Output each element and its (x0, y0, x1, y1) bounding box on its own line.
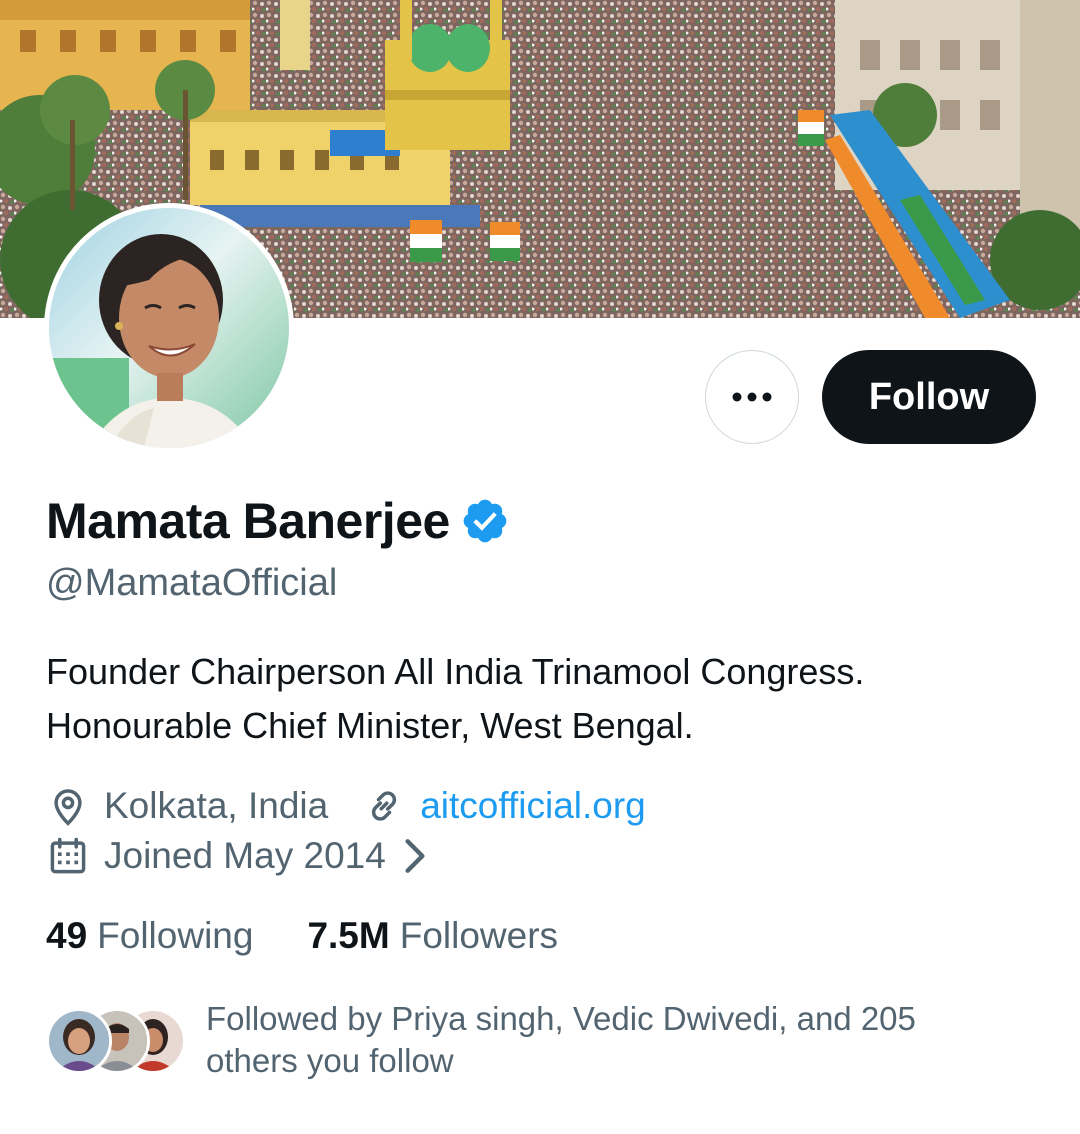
mutual-avatar (46, 1008, 112, 1074)
mutual-followers-avatars (46, 1008, 186, 1074)
followers-count: 7.5M (307, 915, 390, 956)
profile-avatar[interactable] (44, 203, 294, 453)
profile-meta-row: Kolkata, India aitcofficial.org (46, 784, 646, 828)
follow-stats: 49 Following 7.5M Followers (46, 915, 558, 957)
joined-text: Joined May 2014 (104, 835, 386, 876)
followed-by-line: Followed by Priya singh, Vedic Dwivedi, … (206, 1000, 916, 1037)
joined-row[interactable]: Joined May 2014 (46, 834, 430, 878)
bio-line: Honourable Chief Minister, West Bengal. (46, 705, 694, 746)
following-stat[interactable]: 49 Following (46, 915, 253, 957)
profile-name-row: Mamata Banerjee (46, 492, 510, 550)
followers-stat[interactable]: 7.5M Followers (307, 915, 558, 957)
location-text: Kolkata, India (104, 785, 329, 826)
following-count: 49 (46, 915, 88, 956)
follow-button[interactable]: Follow (822, 350, 1036, 444)
followed-by-line: others you follow (206, 1042, 454, 1079)
profile-handle: @MamataOfficial (46, 562, 338, 604)
location-pin-icon (54, 789, 82, 826)
bio-line: Founder Chairperson All India Trinamool … (46, 651, 865, 692)
link-icon (372, 791, 397, 821)
verified-badge-icon[interactable] (460, 496, 510, 546)
display-name: Mamata Banerjee (46, 493, 450, 549)
more-options-button[interactable] (705, 350, 799, 444)
followed-by-section[interactable]: Followed by Priya singh, Vedic Dwivedi, … (46, 998, 1006, 1082)
followers-label: Followers (399, 915, 559, 956)
calendar-icon (50, 837, 86, 874)
avatar-image (49, 208, 289, 448)
website-link[interactable]: aitcofficial.org (420, 785, 646, 827)
chevron-right-icon (405, 839, 425, 873)
location-item: Kolkata, India (46, 784, 328, 828)
followed-by-text: Followed by Priya singh, Vedic Dwivedi, … (206, 998, 1006, 1082)
website-item[interactable]: aitcofficial.org (362, 784, 646, 828)
profile-bio: Founder Chairperson All India Trinamool … (46, 645, 1046, 753)
ellipsis-icon (732, 392, 772, 402)
following-label: Following (97, 915, 254, 956)
